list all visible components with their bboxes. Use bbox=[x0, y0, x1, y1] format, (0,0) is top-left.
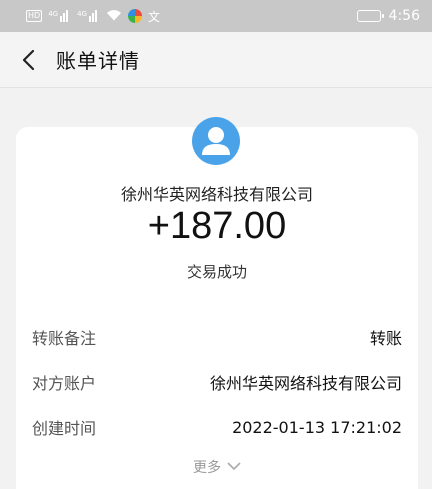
signal-icon: 4G bbox=[48, 10, 71, 22]
chevron-down-icon bbox=[227, 459, 241, 475]
status-bar: HD 4G 4G 文 4:56 bbox=[0, 0, 432, 32]
detail-label: 创建时间 bbox=[32, 419, 97, 438]
chevron-left-icon[interactable] bbox=[6, 32, 50, 88]
merchant-name: 徐州华英网络科技有限公司 bbox=[120, 185, 313, 204]
detail-value: 转账 bbox=[369, 329, 402, 348]
amount: +187.00 bbox=[147, 205, 287, 247]
language-icon: 文 bbox=[147, 9, 160, 24]
bill-detail-card: 徐州华英网络科技有限公司 +187.00 交易成功 转账备注 转账 对方账户 徐… bbox=[16, 117, 418, 489]
detail-value: 徐州华英网络科技有限公司 bbox=[209, 374, 402, 393]
header: 账单详情 bbox=[0, 32, 432, 88]
status-bar-right: 4:56 bbox=[356, 8, 420, 24]
clock: 4:56 bbox=[388, 8, 420, 24]
transaction-status: 交易成功 bbox=[186, 263, 247, 281]
detail-row-remark: 转账备注 转账 bbox=[32, 325, 402, 349]
more-button[interactable]: 更多 bbox=[16, 457, 418, 477]
detail-label: 对方账户 bbox=[32, 374, 97, 393]
detail-row-counterparty: 对方账户 徐州华英网络科技有限公司 bbox=[32, 370, 402, 394]
wifi-icon bbox=[106, 9, 122, 24]
detail-label: 转账备注 bbox=[32, 329, 97, 348]
detail-row-created-time: 创建时间 2022-01-13 17:21:02 bbox=[32, 415, 402, 439]
hd-icon: HD bbox=[26, 10, 43, 22]
status-bar-left: HD 4G 4G 文 bbox=[26, 8, 160, 25]
network-type-label: 4G bbox=[77, 10, 87, 18]
detail-value: 2022-01-13 17:21:02 bbox=[232, 417, 402, 437]
signal-icon: 4G bbox=[77, 10, 100, 22]
page-title: 账单详情 bbox=[56, 49, 140, 73]
more-label: 更多 bbox=[193, 460, 221, 476]
user-icon bbox=[192, 117, 240, 165]
network-type-label: 4G bbox=[48, 10, 59, 18]
app-icon bbox=[127, 9, 142, 23]
battery-icon bbox=[356, 10, 384, 22]
